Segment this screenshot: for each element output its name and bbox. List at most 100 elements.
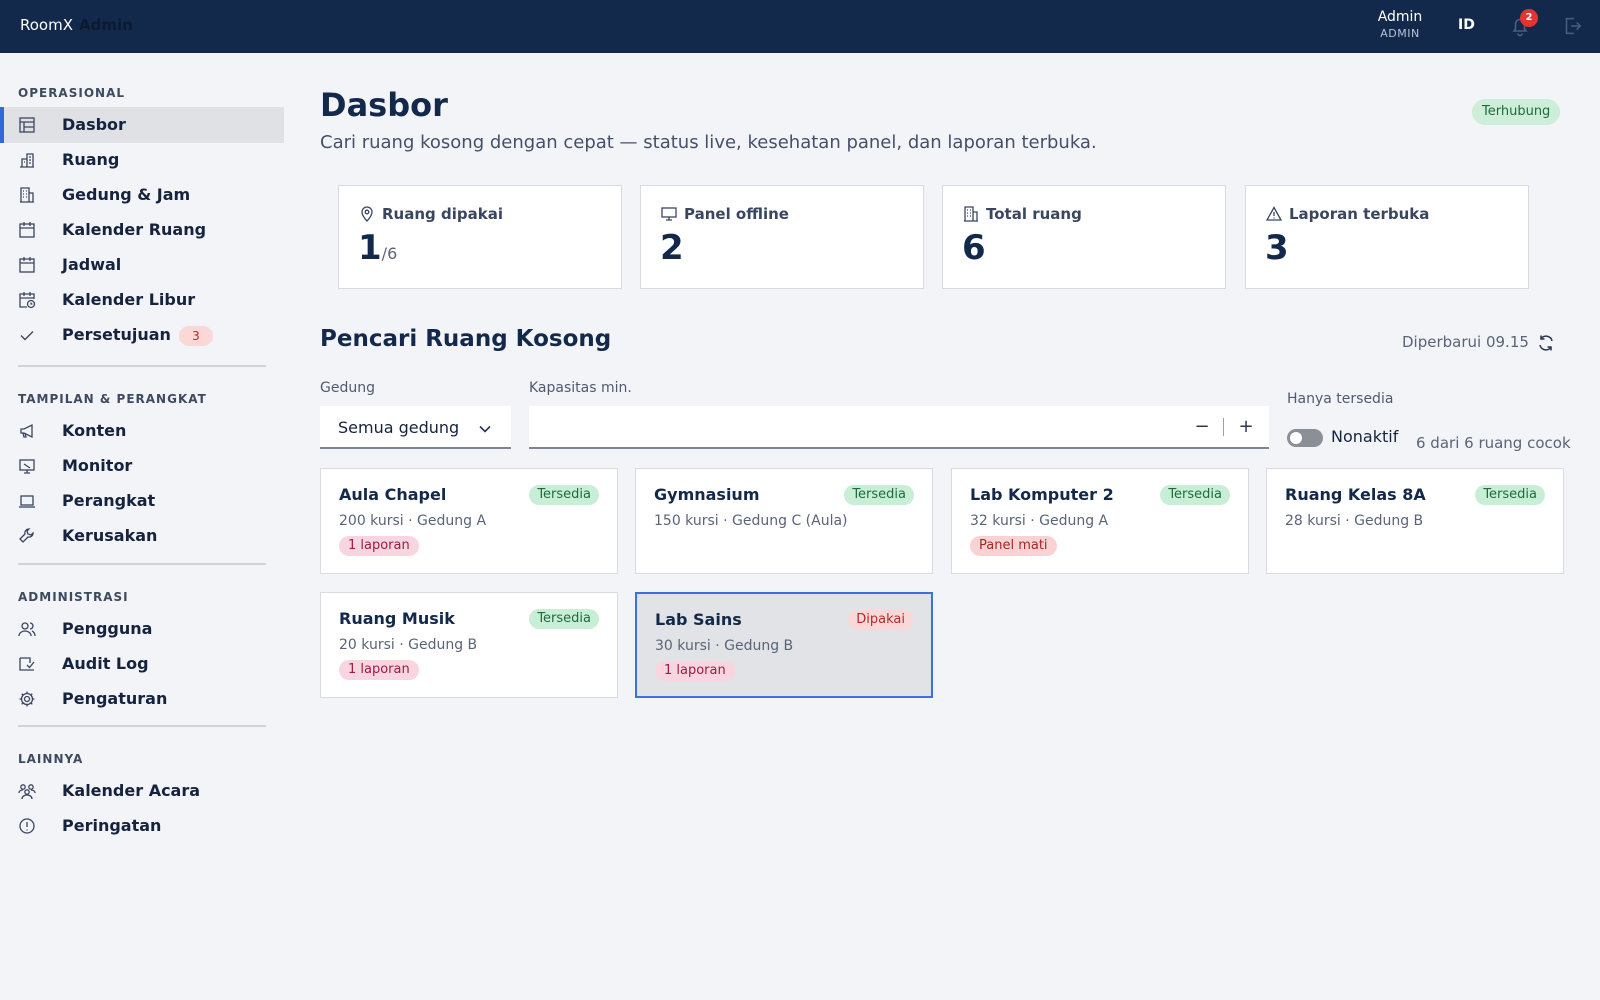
sidebar-item-label: Pengguna	[62, 619, 153, 638]
sidebar-item-kalender-libur[interactable]: Kalender Libur	[0, 282, 284, 318]
approval-count-badge: 3	[179, 326, 213, 346]
sidebar-item-pengguna[interactable]: Pengguna	[0, 611, 284, 647]
room-meta: 150 kursi · Gedung C (Aula)	[654, 513, 848, 529]
alert-circle-icon	[19, 818, 35, 834]
room-card-ruang-musik[interactable]: Ruang Musik Tersedia 20 kursi · Gedung B…	[320, 592, 618, 698]
calendar-clock-icon	[19, 292, 36, 309]
map-pin-icon	[361, 206, 373, 222]
sidebar-item-kerusakan[interactable]: Kerusakan	[0, 518, 284, 554]
sidebar-item-dasbor[interactable]: Dasbor	[0, 107, 284, 143]
user-menu[interactable]: Admin ADMIN	[1362, 9, 1438, 40]
sidebar-item-label: Kalender Ruang	[62, 220, 207, 239]
stat-value: 1/6	[358, 228, 397, 268]
stat-label: Ruang dipakai	[382, 205, 503, 223]
gear-icon	[19, 691, 35, 707]
megaphone-icon	[20, 423, 33, 439]
room-name: Aula Chapel	[339, 485, 447, 504]
sidebar-heading-administrasi: ADMINISTRASI	[18, 590, 129, 604]
stat-label: Panel offline	[684, 205, 789, 223]
sidebar-item-label: Perangkat	[62, 491, 156, 510]
sidebar-item-gedung-jam[interactable]: Gedung & Jam	[0, 177, 284, 213]
room-status-badge: Tersedia	[1160, 485, 1230, 505]
room-card-lab-komputer-2[interactable]: Lab Komputer 2 Tersedia 32 kursi · Gedun…	[951, 468, 1249, 574]
dashboard-icon	[19, 117, 35, 133]
sidebar-item-kalender-ruang[interactable]: Kalender Ruang	[0, 212, 284, 248]
chevron-down-icon	[479, 425, 491, 433]
stat-value: 3	[1265, 228, 1289, 268]
language-switch[interactable]: ID	[1458, 17, 1475, 33]
building-select-value: Semua gedung	[338, 418, 460, 437]
room-card-ruang-kelas-8a[interactable]: Ruang Kelas 8A Tersedia 28 kursi · Gedun…	[1266, 468, 1564, 574]
room-name: Ruang Musik	[339, 609, 455, 628]
room-report-badge: 1 laporan	[339, 536, 419, 556]
laptop-icon	[19, 495, 35, 508]
brand-suffix: Admin	[79, 16, 133, 34]
sidebar-item-peringatan[interactable]: Peringatan	[0, 808, 284, 844]
brand-name: RoomX	[20, 16, 73, 34]
refresh-icon[interactable]	[1536, 333, 1556, 353]
sidebar-item-monitor[interactable]: Monitor	[0, 448, 284, 484]
monitor-icon	[661, 207, 677, 221]
sidebar-item-audit-log[interactable]: Audit Log	[0, 646, 284, 682]
room-card-lab-sains[interactable]: Lab Sains Dipakai 30 kursi · Gedung B 1 …	[635, 592, 933, 698]
available-only-toggle[interactable]	[1287, 429, 1323, 447]
stat-total: /6	[381, 244, 398, 263]
sidebar-item-label: Persetujuan	[62, 325, 171, 344]
match-count: 6 dari 6 ruang cocok	[1416, 434, 1571, 452]
sidebar-heading-operasional: OPERASIONAL	[18, 86, 126, 100]
user-name: Admin	[1377, 9, 1423, 25]
last-updated: Diperbarui 09.15	[1402, 333, 1529, 351]
room-report-badge: 1 laporan	[655, 661, 735, 681]
logout-icon[interactable]	[1561, 15, 1583, 37]
sidebar-item-label: Kalender Libur	[62, 290, 196, 309]
sidebar-item-pengaturan[interactable]: Pengaturan	[0, 681, 284, 717]
stat-label: Total ruang	[986, 205, 1082, 223]
stat-label: Laporan terbuka	[1289, 205, 1430, 223]
room-status-badge: Tersedia	[1475, 485, 1545, 505]
sidebar-divider	[18, 365, 266, 367]
toggle-state-label: Nonaktif	[1331, 427, 1399, 446]
room-name: Gymnasium	[654, 485, 760, 504]
room-meta: 32 kursi · Gedung A	[970, 513, 1109, 529]
room-card-gymnasium[interactable]: Gymnasium Tersedia 150 kursi · Gedung C …	[635, 468, 933, 574]
sidebar-divider	[18, 563, 266, 565]
room-status-badge: Dipakai	[848, 610, 913, 630]
stat-value: 6	[962, 228, 986, 268]
sidebar-item-konten[interactable]: Konten	[0, 413, 284, 449]
sidebar-item-jadwal[interactable]: Jadwal	[0, 247, 284, 283]
capacity-filter-label: Kapasitas min.	[529, 380, 632, 396]
sidebar-item-label: Monitor	[62, 456, 133, 475]
audit-icon	[19, 657, 35, 671]
capacity-input[interactable]	[541, 414, 1141, 440]
stat-card-rooms-in-use: Ruang dipakai 1/6	[338, 185, 622, 289]
capacity-decrement-button[interactable]: −	[1190, 412, 1214, 442]
building-select[interactable]: Semua gedung	[320, 406, 511, 449]
people-icon	[18, 784, 36, 800]
notification-badge: 2	[1520, 9, 1538, 27]
sidebar-item-label: Peringatan	[62, 816, 162, 835]
sidebar-item-ruang[interactable]: Ruang	[0, 142, 284, 178]
room-name: Ruang Kelas 8A	[1285, 485, 1426, 504]
finder-title: Pencari Ruang Kosong	[320, 326, 612, 352]
sidebar-heading-tampilan: TAMPILAN & PERANGKAT	[18, 392, 207, 406]
monitor-icon	[19, 459, 35, 474]
room-icon	[20, 153, 34, 168]
sidebar-item-persetujuan[interactable]: Persetujuan 3	[0, 317, 284, 353]
brand-logo[interactable]: RoomX Admin	[20, 16, 133, 34]
room-name: Lab Sains	[655, 610, 742, 629]
stat-card-panels-offline: Panel offline 2	[640, 185, 924, 289]
room-meta: 200 kursi · Gedung A	[339, 513, 487, 529]
sidebar-heading-lainnya: LAINNYA	[18, 752, 84, 766]
room-report-badge: 1 laporan	[339, 660, 419, 680]
capacity-increment-button[interactable]: +	[1234, 412, 1258, 442]
sidebar-item-label: Dasbor	[62, 115, 126, 134]
room-meta: 30 kursi · Gedung B	[655, 638, 794, 654]
users-icon	[18, 622, 36, 637]
room-status-badge: Tersedia	[529, 485, 599, 505]
room-card-aula-chapel[interactable]: Aula Chapel Tersedia 200 kursi · Gedung …	[320, 468, 618, 574]
sidebar-item-perangkat[interactable]: Perangkat	[0, 483, 284, 519]
sidebar-item-kalender-acara[interactable]: Kalender Acara	[0, 773, 284, 809]
stepper-divider	[1223, 418, 1224, 436]
building-icon	[964, 206, 978, 222]
sidebar-item-label: Gedung & Jam	[62, 185, 191, 204]
